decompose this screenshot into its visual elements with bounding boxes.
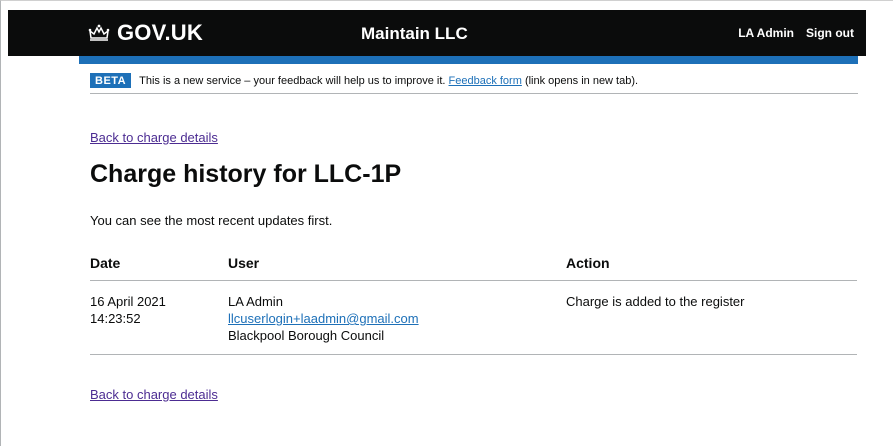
- logo-text: GOV.UK: [117, 20, 203, 45]
- action-value: Charge is added to the register: [566, 294, 745, 309]
- service-name-link[interactable]: Maintain LLC: [361, 24, 468, 44]
- back-to-charge-details-link-top[interactable]: Back to charge details: [90, 130, 218, 145]
- phase-text-after: (link opens in new tab).: [524, 74, 639, 87]
- time-value: 14:23:52: [90, 311, 141, 326]
- user-cell: LA Admin llcuserlogin+laadmin@gmail.com …: [228, 280, 566, 355]
- user-account-link[interactable]: LA Admin: [738, 26, 794, 40]
- date-cell: 16 April 2021 14:23:52: [90, 280, 228, 355]
- crown-icon: [87, 23, 111, 43]
- back-to-charge-details-link-bottom[interactable]: Back to charge details: [90, 387, 218, 402]
- user-column-header: User: [228, 248, 566, 281]
- action-column-header: Action: [566, 248, 857, 281]
- table-row: 16 April 2021 14:23:52 LA Admin llcuserl…: [90, 280, 857, 355]
- date-value: 16 April 2021: [90, 294, 166, 309]
- user-email-link[interactable]: llcuserlogin+laadmin@gmail.com: [228, 310, 566, 327]
- date-column-header: Date: [90, 248, 228, 281]
- header-accent-bar: [79, 56, 858, 64]
- user-name: LA Admin: [228, 294, 283, 309]
- phase-banner: BETA This is a new service – your feedba…: [90, 68, 858, 94]
- action-cell: Charge is added to the register: [566, 280, 857, 355]
- charge-history-table: Date User Action 16 April 2021 14:23:52 …: [90, 248, 857, 355]
- phase-text-before: This is a new service – your feedback wi…: [139, 74, 446, 87]
- table-header-row: Date User Action: [90, 248, 857, 281]
- site-header: GOV.UK Maintain LLC LA Admin Sign out: [8, 10, 866, 56]
- page-title: Charge history for LLC-1P: [90, 160, 402, 188]
- beta-tag: BETA: [90, 73, 132, 88]
- phase-banner-text: This is a new service – your feedback wi…: [139, 75, 638, 87]
- sign-out-link[interactable]: Sign out: [806, 26, 854, 40]
- header-nav: LA Admin Sign out: [738, 26, 854, 40]
- govuk-logo-link[interactable]: GOV.UK: [87, 20, 203, 46]
- feedback-form-link[interactable]: Feedback form: [449, 75, 522, 87]
- intro-text: You can see the most recent updates firs…: [90, 213, 333, 228]
- user-organisation: Blackpool Borough Council: [228, 328, 385, 343]
